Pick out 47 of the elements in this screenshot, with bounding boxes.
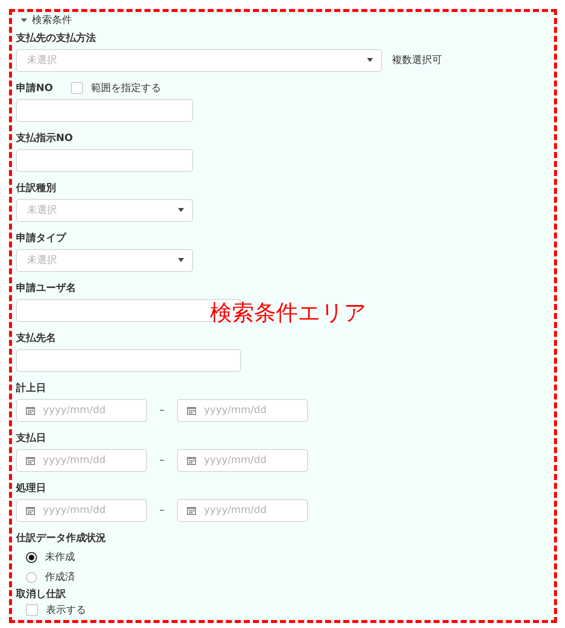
field-label: 支払指示NO xyxy=(16,132,73,145)
field-label: 仕訳データ作成状況 xyxy=(16,532,106,545)
section-title[interactable]: 検索条件 xyxy=(32,13,72,27)
calendar-icon xyxy=(26,506,35,514)
radio-button[interactable] xyxy=(26,552,37,562)
caret-icon xyxy=(367,58,373,62)
range-separator: – xyxy=(158,404,166,416)
field-label: 申請タイプ xyxy=(16,231,66,245)
caret-icon xyxy=(178,208,184,212)
date-field[interactable]: yyyy/mm/dd xyxy=(16,448,147,472)
checkbox[interactable] xyxy=(26,604,38,616)
checkbox-label[interactable]: 表示する xyxy=(46,602,86,616)
radio-label[interactable]: 未作成 xyxy=(45,550,75,564)
select-note: 複数選択可 xyxy=(392,54,442,67)
radio-label[interactable]: 作成済 xyxy=(45,570,75,584)
range-separator: – xyxy=(158,504,166,516)
area-annotation: 検索条件エリア xyxy=(210,300,367,328)
calendar-icon xyxy=(26,406,35,414)
date-field[interactable]: yyyy/mm/dd xyxy=(16,398,147,422)
select-field[interactable]: 未選択 xyxy=(16,248,193,272)
calendar-icon xyxy=(187,456,196,464)
field-label: 取消し仕訳 xyxy=(16,588,66,601)
checkbox-label[interactable]: 範囲を指定する xyxy=(90,81,161,95)
select-field[interactable]: 未選択 xyxy=(16,48,382,72)
field-label: 支払先の支払方法 xyxy=(16,31,96,45)
date-field[interactable]: yyyy/mm/dd xyxy=(177,398,308,422)
input-field[interactable] xyxy=(16,148,193,172)
calendar-icon xyxy=(187,406,196,414)
date-field[interactable]: yyyy/mm/dd xyxy=(177,498,308,522)
field-label: 処理日 xyxy=(16,482,46,495)
field-label: 支払日 xyxy=(16,432,46,445)
field-label: 計上日 xyxy=(16,382,46,395)
field-label: 仕訳種別 xyxy=(16,182,56,195)
input-field[interactable] xyxy=(16,98,193,122)
date-field[interactable]: yyyy/mm/dd xyxy=(16,498,147,522)
field-label: 支払先名 xyxy=(16,332,56,345)
select-field[interactable]: 未選択 xyxy=(16,198,193,222)
input-field[interactable] xyxy=(16,348,241,372)
caret-icon xyxy=(178,258,184,262)
date-field[interactable]: yyyy/mm/dd xyxy=(177,448,308,472)
field-label: 申請NO xyxy=(16,82,53,95)
field-label: 申請ユーザ名 xyxy=(16,282,76,295)
calendar-icon xyxy=(26,456,35,464)
caret-icon[interactable] xyxy=(21,17,27,23)
checkbox[interactable] xyxy=(70,82,83,94)
calendar-icon xyxy=(187,506,196,514)
range-separator: – xyxy=(158,454,166,466)
